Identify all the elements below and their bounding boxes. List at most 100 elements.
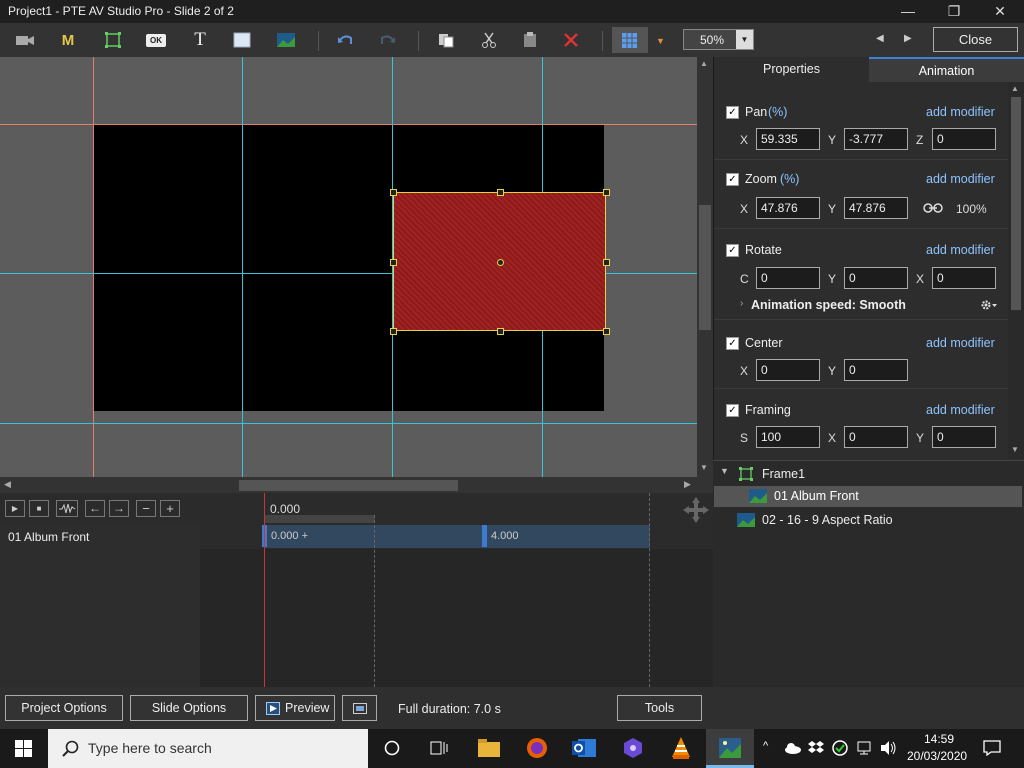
resize-handle[interactable] — [497, 328, 504, 335]
paste-icon[interactable] — [517, 28, 543, 52]
stop-icon[interactable]: ■ — [29, 500, 49, 517]
zoom-in-icon[interactable]: + — [160, 500, 180, 517]
resize-handle[interactable] — [603, 328, 610, 335]
frame-tool-icon[interactable] — [100, 28, 126, 52]
resize-handle[interactable] — [390, 189, 397, 196]
animation-speed-label[interactable]: Animation speed: Smooth — [751, 298, 906, 312]
rotate-checkbox[interactable]: ✓ — [726, 244, 739, 257]
volume-icon[interactable] — [880, 740, 898, 756]
arrow-right-icon[interactable]: → — [109, 500, 129, 517]
scrollbar-thumb[interactable] — [239, 480, 458, 491]
grid-toggle-button[interactable] — [612, 27, 648, 53]
slide-options-button[interactable]: Slide Options — [130, 695, 248, 721]
scroll-up-icon[interactable]: ▲ — [1011, 84, 1019, 93]
file-explorer-icon[interactable] — [478, 739, 500, 757]
scroll-right-icon[interactable]: ▶ — [684, 479, 691, 490]
copy-icon[interactable] — [433, 28, 459, 52]
chevron-up-icon[interactable]: ^ — [763, 740, 768, 752]
play-icon[interactable]: ▶ — [5, 500, 25, 517]
chevron-right-icon[interactable]: › — [740, 298, 743, 309]
camera-icon[interactable] — [12, 28, 38, 52]
arrow-left-icon[interactable]: ← — [85, 500, 105, 517]
rotate-c-field[interactable]: 0 — [756, 267, 820, 289]
rectangle-tool-icon[interactable] — [229, 28, 255, 52]
scrollbar-thumb[interactable] — [699, 205, 711, 330]
tree-item-frame1[interactable]: ▼ Frame1 — [713, 463, 1024, 485]
restore-button[interactable]: ❐ — [931, 0, 977, 23]
grid-dropdown-icon[interactable]: ▼ — [656, 36, 665, 46]
framing-checkbox[interactable]: ✓ — [726, 404, 739, 417]
prev-slide-icon[interactable]: ◀ — [876, 33, 884, 44]
pan-add-modifier-link[interactable]: add modifier — [926, 105, 995, 119]
rotate-add-modifier-link[interactable]: add modifier — [926, 243, 995, 257]
center-x-field[interactable]: 0 — [756, 359, 820, 381]
onedrive-icon[interactable] — [784, 742, 802, 754]
chevron-down-icon[interactable]: ▼ — [720, 466, 729, 476]
move-icon[interactable] — [682, 496, 710, 524]
project-options-button[interactable]: Project Options — [5, 695, 123, 721]
pte-taskbar-item[interactable] — [706, 729, 754, 768]
center-point-handle[interactable] — [497, 259, 504, 266]
framing-add-modifier-link[interactable]: add modifier — [926, 403, 995, 417]
undo-icon[interactable] — [332, 28, 358, 52]
screen-button[interactable] — [342, 695, 377, 721]
cut-icon[interactable] — [476, 28, 502, 52]
resize-handle[interactable] — [603, 189, 610, 196]
chevron-down-icon[interactable]: ▼ — [736, 30, 753, 49]
close-button[interactable]: Close — [933, 27, 1018, 52]
network-icon[interactable] — [857, 740, 875, 756]
dropbox-icon[interactable] — [808, 740, 824, 756]
framing-y-field[interactable]: 0 — [932, 426, 996, 448]
rotate-y-field[interactable]: 0 — [844, 267, 908, 289]
pan-x-field[interactable]: 59.335 — [756, 128, 820, 150]
text-tool-icon[interactable]: T — [187, 28, 213, 52]
rotate-x-field[interactable]: 0 — [932, 267, 996, 289]
canvas-vertical-scrollbar[interactable]: ▲ ▼ — [697, 57, 713, 477]
delete-icon[interactable] — [558, 28, 584, 52]
zoom-select[interactable]: 50% ▼ — [683, 29, 754, 50]
scrollbar-thumb[interactable] — [1011, 97, 1021, 310]
framing-x-field[interactable]: 0 — [844, 426, 908, 448]
resize-handle[interactable] — [390, 259, 397, 266]
search-box[interactable]: Type here to search — [48, 729, 368, 768]
keyframe-marker[interactable] — [482, 525, 487, 547]
pan-z-field[interactable]: 0 — [932, 128, 996, 150]
resize-handle[interactable] — [603, 259, 610, 266]
panel-scrollbar[interactable]: ▲ ▼ — [1008, 82, 1024, 459]
slide-canvas[interactable] — [0, 57, 697, 477]
pan-checkbox[interactable]: ✓ — [726, 106, 739, 119]
playhead[interactable] — [264, 493, 265, 687]
center-checkbox[interactable]: ✓ — [726, 337, 739, 350]
scroll-down-icon[interactable]: ▼ — [700, 463, 708, 472]
outlook-icon[interactable] — [572, 737, 596, 759]
cortana-icon[interactable] — [384, 740, 400, 756]
center-add-modifier-link[interactable]: add modifier — [926, 336, 995, 350]
pan-y-field[interactable]: -3.777 — [844, 128, 908, 150]
tab-properties[interactable]: Properties — [714, 57, 869, 82]
vlc-icon[interactable] — [670, 736, 692, 760]
framing-s-field[interactable]: 100 — [756, 426, 820, 448]
resize-handle[interactable] — [497, 189, 504, 196]
track-header[interactable]: 01 Album Front — [0, 524, 200, 549]
scroll-left-icon[interactable]: ◀ — [4, 479, 11, 490]
canvas-horizontal-scrollbar[interactable]: ◀ ▶ — [0, 477, 713, 493]
gear-icon[interactable] — [980, 299, 998, 311]
notifications-icon[interactable] — [983, 740, 1001, 756]
scroll-down-icon[interactable]: ▼ — [1011, 445, 1019, 454]
scroll-up-icon[interactable]: ▲ — [700, 59, 708, 68]
center-y-field[interactable]: 0 — [844, 359, 908, 381]
track-clip[interactable] — [265, 525, 650, 548]
zoom-out-icon[interactable]: − — [136, 500, 156, 517]
task-view-icon[interactable] — [430, 740, 448, 756]
zoom-y-field[interactable]: 47.876 — [844, 197, 908, 219]
next-slide-icon[interactable]: ▶ — [904, 33, 912, 44]
zoom-add-modifier-link[interactable]: add modifier — [926, 172, 995, 186]
image-tool-icon[interactable] — [273, 28, 299, 52]
button-tool-icon[interactable]: OK — [143, 28, 169, 52]
mask-tool-icon[interactable]: M — [55, 28, 81, 52]
zoom-checkbox[interactable]: ✓ — [726, 173, 739, 186]
tab-animation[interactable]: Animation — [869, 57, 1024, 82]
waveform-icon[interactable] — [56, 500, 78, 517]
firefox-icon[interactable] — [526, 737, 548, 759]
tree-item-aspect-ratio[interactable]: 02 - 16 - 9 Aspect Ratio — [713, 509, 1024, 531]
